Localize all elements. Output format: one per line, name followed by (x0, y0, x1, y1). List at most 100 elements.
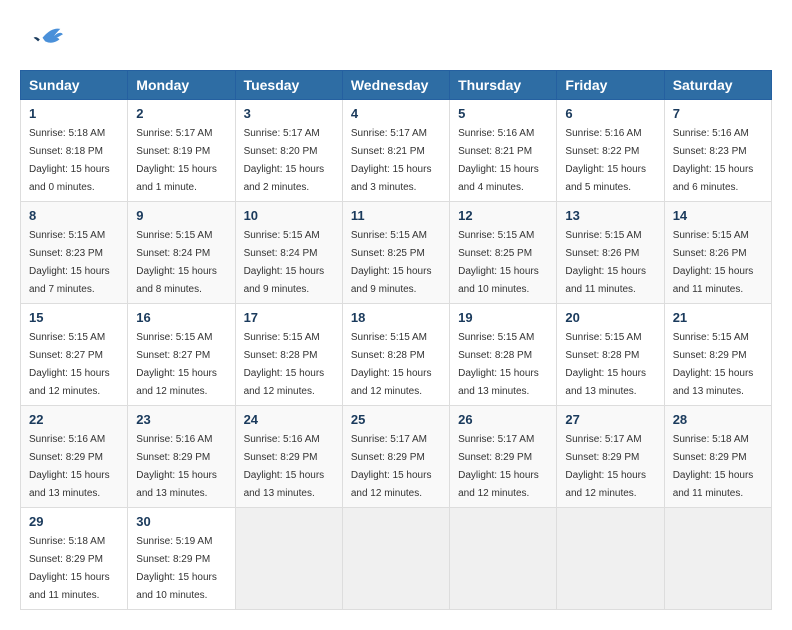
day-info: Sunrise: 5:17 AMSunset: 8:21 PMDaylight:… (351, 128, 432, 193)
day-info: Sunrise: 5:15 AMSunset: 8:28 PMDaylight:… (244, 332, 325, 397)
day-number: 27 (565, 412, 655, 427)
day-info: Sunrise: 5:17 AMSunset: 8:19 PMDaylight:… (136, 128, 217, 193)
weekday-header-monday: Monday (128, 71, 235, 100)
day-info: Sunrise: 5:15 AMSunset: 8:26 PMDaylight:… (673, 230, 754, 295)
day-info: Sunrise: 5:17 AMSunset: 8:29 PMDaylight:… (565, 434, 646, 499)
calendar-cell: 13 Sunrise: 5:15 AMSunset: 8:26 PMDaylig… (557, 202, 664, 304)
page-header (20, 20, 772, 60)
day-info: Sunrise: 5:17 AMSunset: 8:20 PMDaylight:… (244, 128, 325, 193)
day-number: 4 (351, 106, 441, 121)
weekday-header-tuesday: Tuesday (235, 71, 342, 100)
calendar-week-row: 8 Sunrise: 5:15 AMSunset: 8:23 PMDayligh… (21, 202, 772, 304)
day-info: Sunrise: 5:15 AMSunset: 8:25 PMDaylight:… (458, 230, 539, 295)
logo-icon (20, 20, 65, 60)
day-number: 17 (244, 310, 334, 325)
calendar-cell: 17 Sunrise: 5:15 AMSunset: 8:28 PMDaylig… (235, 304, 342, 406)
day-info: Sunrise: 5:16 AMSunset: 8:22 PMDaylight:… (565, 128, 646, 193)
calendar-cell: 16 Sunrise: 5:15 AMSunset: 8:27 PMDaylig… (128, 304, 235, 406)
day-number: 11 (351, 208, 441, 223)
calendar-cell (664, 508, 771, 610)
calendar-cell (450, 508, 557, 610)
day-info: Sunrise: 5:18 AMSunset: 8:29 PMDaylight:… (29, 536, 110, 601)
calendar-cell: 15 Sunrise: 5:15 AMSunset: 8:27 PMDaylig… (21, 304, 128, 406)
day-number: 8 (29, 208, 119, 223)
day-info: Sunrise: 5:18 AMSunset: 8:18 PMDaylight:… (29, 128, 110, 193)
day-info: Sunrise: 5:15 AMSunset: 8:28 PMDaylight:… (565, 332, 646, 397)
calendar-cell: 23 Sunrise: 5:16 AMSunset: 8:29 PMDaylig… (128, 406, 235, 508)
weekday-header-sunday: Sunday (21, 71, 128, 100)
day-number: 15 (29, 310, 119, 325)
calendar-week-row: 22 Sunrise: 5:16 AMSunset: 8:29 PMDaylig… (21, 406, 772, 508)
calendar-cell: 2 Sunrise: 5:17 AMSunset: 8:19 PMDayligh… (128, 100, 235, 202)
day-number: 13 (565, 208, 655, 223)
day-info: Sunrise: 5:15 AMSunset: 8:27 PMDaylight:… (136, 332, 217, 397)
calendar-cell: 22 Sunrise: 5:16 AMSunset: 8:29 PMDaylig… (21, 406, 128, 508)
calendar-cell: 29 Sunrise: 5:18 AMSunset: 8:29 PMDaylig… (21, 508, 128, 610)
day-info: Sunrise: 5:17 AMSunset: 8:29 PMDaylight:… (458, 434, 539, 499)
day-number: 7 (673, 106, 763, 121)
day-number: 28 (673, 412, 763, 427)
calendar-cell: 26 Sunrise: 5:17 AMSunset: 8:29 PMDaylig… (450, 406, 557, 508)
calendar-cell: 27 Sunrise: 5:17 AMSunset: 8:29 PMDaylig… (557, 406, 664, 508)
calendar-cell: 28 Sunrise: 5:18 AMSunset: 8:29 PMDaylig… (664, 406, 771, 508)
calendar-week-row: 15 Sunrise: 5:15 AMSunset: 8:27 PMDaylig… (21, 304, 772, 406)
weekday-header-thursday: Thursday (450, 71, 557, 100)
calendar-cell: 11 Sunrise: 5:15 AMSunset: 8:25 PMDaylig… (342, 202, 449, 304)
day-number: 5 (458, 106, 548, 121)
day-info: Sunrise: 5:16 AMSunset: 8:21 PMDaylight:… (458, 128, 539, 193)
calendar-cell: 25 Sunrise: 5:17 AMSunset: 8:29 PMDaylig… (342, 406, 449, 508)
calendar-week-row: 29 Sunrise: 5:18 AMSunset: 8:29 PMDaylig… (21, 508, 772, 610)
day-number: 10 (244, 208, 334, 223)
calendar-cell: 30 Sunrise: 5:19 AMSunset: 8:29 PMDaylig… (128, 508, 235, 610)
day-info: Sunrise: 5:15 AMSunset: 8:27 PMDaylight:… (29, 332, 110, 397)
calendar-cell: 19 Sunrise: 5:15 AMSunset: 8:28 PMDaylig… (450, 304, 557, 406)
calendar-cell: 1 Sunrise: 5:18 AMSunset: 8:18 PMDayligh… (21, 100, 128, 202)
calendar-week-row: 1 Sunrise: 5:18 AMSunset: 8:18 PMDayligh… (21, 100, 772, 202)
day-info: Sunrise: 5:15 AMSunset: 8:26 PMDaylight:… (565, 230, 646, 295)
calendar-cell: 9 Sunrise: 5:15 AMSunset: 8:24 PMDayligh… (128, 202, 235, 304)
calendar-cell: 14 Sunrise: 5:15 AMSunset: 8:26 PMDaylig… (664, 202, 771, 304)
day-number: 12 (458, 208, 548, 223)
day-number: 6 (565, 106, 655, 121)
day-info: Sunrise: 5:15 AMSunset: 8:24 PMDaylight:… (136, 230, 217, 295)
day-number: 22 (29, 412, 119, 427)
day-number: 19 (458, 310, 548, 325)
day-number: 25 (351, 412, 441, 427)
day-number: 2 (136, 106, 226, 121)
day-info: Sunrise: 5:15 AMSunset: 8:25 PMDaylight:… (351, 230, 432, 295)
calendar-cell (557, 508, 664, 610)
day-number: 9 (136, 208, 226, 223)
day-number: 1 (29, 106, 119, 121)
day-number: 24 (244, 412, 334, 427)
day-number: 26 (458, 412, 548, 427)
calendar-cell: 20 Sunrise: 5:15 AMSunset: 8:28 PMDaylig… (557, 304, 664, 406)
day-info: Sunrise: 5:15 AMSunset: 8:23 PMDaylight:… (29, 230, 110, 295)
day-number: 21 (673, 310, 763, 325)
day-info: Sunrise: 5:19 AMSunset: 8:29 PMDaylight:… (136, 536, 217, 601)
day-number: 30 (136, 514, 226, 529)
weekday-header-row: SundayMondayTuesdayWednesdayThursdayFrid… (21, 71, 772, 100)
day-info: Sunrise: 5:17 AMSunset: 8:29 PMDaylight:… (351, 434, 432, 499)
calendar-cell: 24 Sunrise: 5:16 AMSunset: 8:29 PMDaylig… (235, 406, 342, 508)
calendar-cell: 8 Sunrise: 5:15 AMSunset: 8:23 PMDayligh… (21, 202, 128, 304)
day-info: Sunrise: 5:15 AMSunset: 8:29 PMDaylight:… (673, 332, 754, 397)
day-info: Sunrise: 5:18 AMSunset: 8:29 PMDaylight:… (673, 434, 754, 499)
calendar-cell (342, 508, 449, 610)
day-number: 3 (244, 106, 334, 121)
calendar-cell: 5 Sunrise: 5:16 AMSunset: 8:21 PMDayligh… (450, 100, 557, 202)
weekday-header-wednesday: Wednesday (342, 71, 449, 100)
day-info: Sunrise: 5:15 AMSunset: 8:24 PMDaylight:… (244, 230, 325, 295)
day-number: 29 (29, 514, 119, 529)
day-number: 14 (673, 208, 763, 223)
day-info: Sunrise: 5:15 AMSunset: 8:28 PMDaylight:… (351, 332, 432, 397)
calendar-cell: 12 Sunrise: 5:15 AMSunset: 8:25 PMDaylig… (450, 202, 557, 304)
day-number: 16 (136, 310, 226, 325)
calendar-cell: 10 Sunrise: 5:15 AMSunset: 8:24 PMDaylig… (235, 202, 342, 304)
weekday-header-friday: Friday (557, 71, 664, 100)
calendar-cell: 7 Sunrise: 5:16 AMSunset: 8:23 PMDayligh… (664, 100, 771, 202)
day-number: 18 (351, 310, 441, 325)
day-info: Sunrise: 5:16 AMSunset: 8:23 PMDaylight:… (673, 128, 754, 193)
weekday-header-saturday: Saturday (664, 71, 771, 100)
calendar-cell: 4 Sunrise: 5:17 AMSunset: 8:21 PMDayligh… (342, 100, 449, 202)
day-number: 20 (565, 310, 655, 325)
